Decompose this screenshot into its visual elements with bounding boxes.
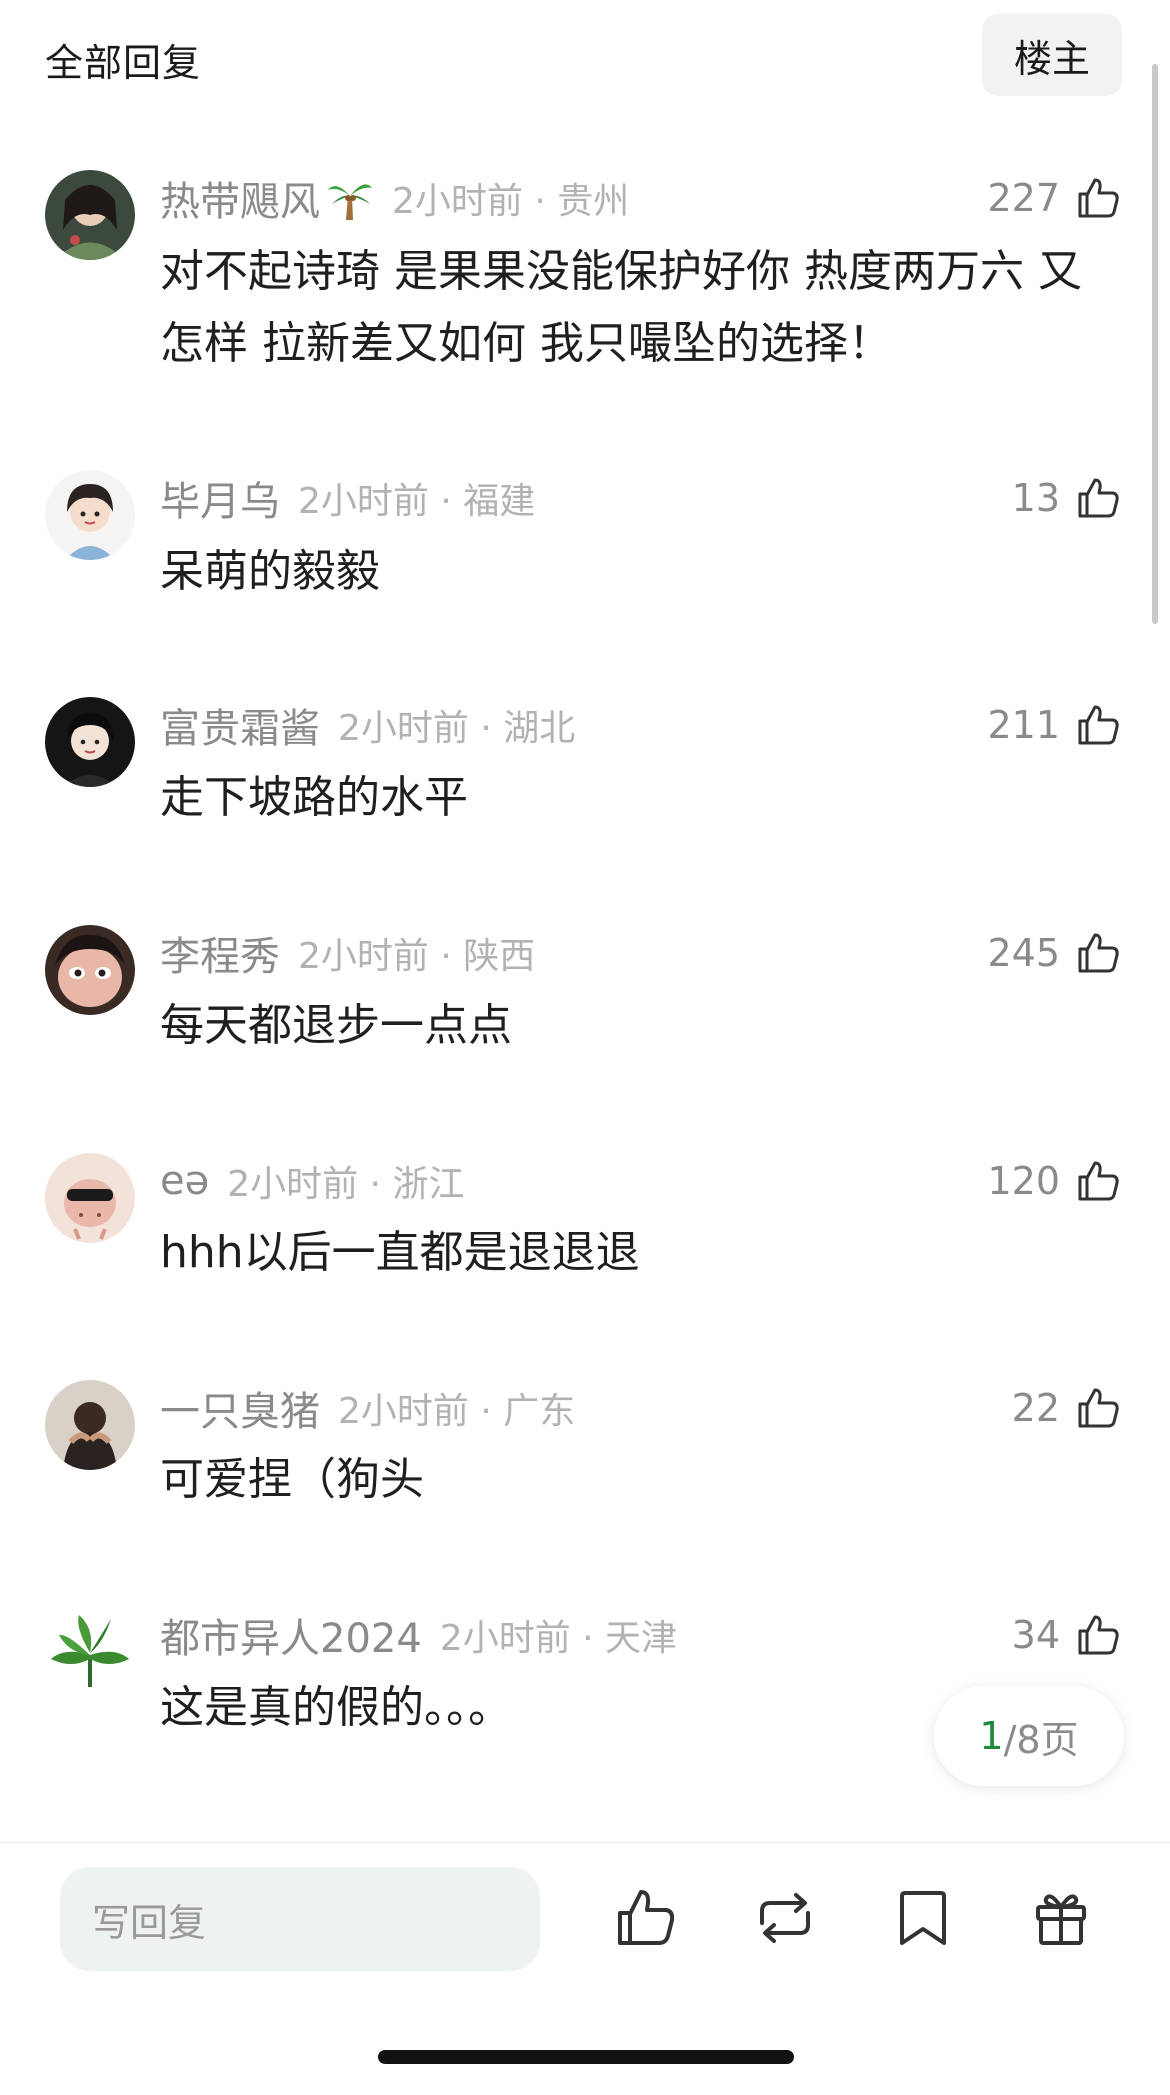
comment-text: hhh以后一直都是退退退 [160,1227,640,1278]
username[interactable]: 热带飓风 [160,169,320,227]
username[interactable]: 都市异人2024 [160,1606,422,1664]
repost-icon[interactable] [750,1883,820,1953]
avatar[interactable] [45,1380,135,1470]
home-indicator[interactable] [378,2050,794,2064]
avatar[interactable] [45,697,135,787]
comment-list: 热带飓风 2小时前 · 贵州 227 对不起诗琦 是果果没能保护好你 热度两万六… [0,0,1170,1840]
time-location: 2小时前 · 天津 [439,1618,678,1659]
avatar[interactable] [45,470,135,560]
time-location: 2小时前 · 广东 [338,1391,576,1432]
time-location: 2小时前 · 贵州 [392,181,630,222]
username[interactable]: 一只臭猪 [160,1379,320,1437]
like-button[interactable]: 245 [987,925,1122,981]
total-pages: /8页 [1003,1717,1079,1762]
thumbs-up-icon [1074,474,1122,522]
like-count: 227 [987,176,1060,220]
like-count: 13 [1011,476,1060,520]
like-count: 22 [1011,1386,1060,1430]
time-location: 2小时前 · 陕西 [298,936,536,977]
comment-text: 对不起诗琦 是果果没能保护好你 热度两万六 又怎样 拉新差又如何 我只嘬坠的选择… [160,246,1082,369]
thumbs-up-icon [1074,701,1122,749]
comment-text: 走下坡路的水平 [160,772,468,823]
bookmark-icon[interactable] [888,1883,958,1953]
avatar[interactable] [45,170,135,260]
scrollbar[interactable] [1152,64,1158,624]
comment-text: 呆萌的毅毅 [160,546,380,597]
reply-input[interactable]: 写回复 [60,1867,540,1971]
thumbs-up-icon [1074,1157,1122,1205]
like-count: 34 [1011,1613,1060,1657]
like-button[interactable]: 227 [987,170,1122,226]
avatar[interactable] [45,1607,135,1697]
username[interactable]: 毕月乌 [160,469,280,527]
like-count: 120 [987,1159,1060,1203]
like-button[interactable]: 13 [1012,470,1122,526]
thumbs-up-icon [1074,929,1122,977]
time-location: 2小时前 · 福建 [298,481,536,522]
time-location: 2小时前 · 浙江 [227,1164,465,1205]
comment-text: 可爱捏（狗头 [160,1454,424,1505]
like-count: 245 [987,931,1060,975]
like-button[interactable]: 120 [987,1153,1122,1209]
username[interactable]: eə [160,1158,209,1204]
avatar[interactable] [45,1153,135,1243]
thumbs-up-icon [1074,1384,1122,1432]
current-page: 1 [979,1714,1004,1758]
like-button[interactable]: 22 [1012,1380,1122,1436]
thumbs-up-icon [1074,174,1122,222]
like-count: 211 [987,703,1060,747]
pagination-indicator[interactable]: 1/8页 [934,1686,1124,1786]
thumbs-up-icon [1074,1611,1122,1659]
reply-placeholder: 写回复 [92,1900,207,1945]
like-button[interactable]: 34 [1012,1607,1122,1663]
comment-text: 每天都退步一点点 [160,1000,512,1051]
gift-icon[interactable] [1026,1883,1096,1953]
palm-tree-icon [326,174,374,222]
username[interactable]: 富贵霜酱 [160,696,320,754]
avatar[interactable] [45,925,135,1015]
username[interactable]: 李程秀 [160,924,280,982]
time-location: 2小时前 · 湖北 [338,708,576,749]
like-button[interactable]: 211 [987,697,1122,753]
thumbs-up-icon[interactable] [610,1883,680,1953]
